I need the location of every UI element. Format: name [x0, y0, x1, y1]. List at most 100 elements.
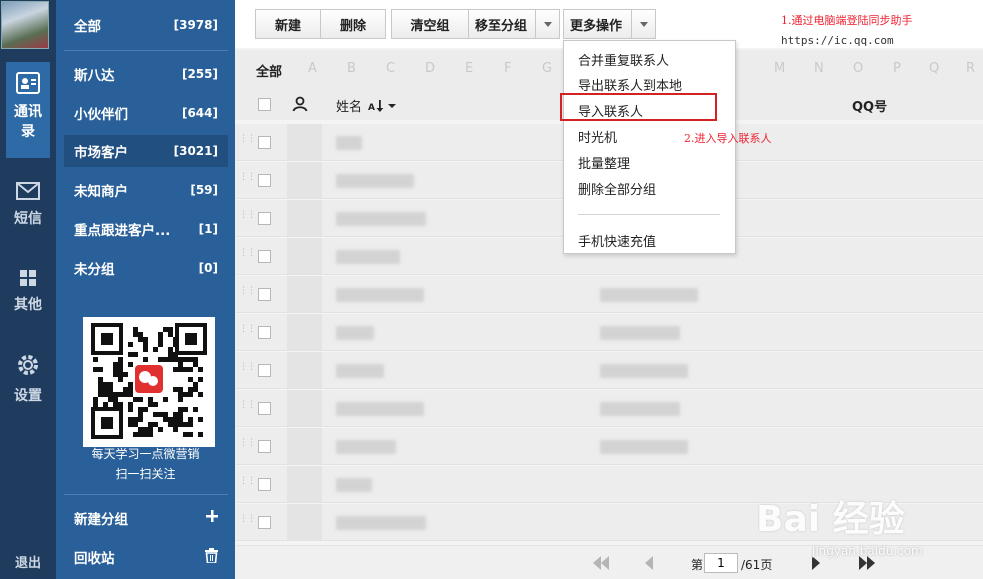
rail-item-contacts[interactable]: 通讯录 — [6, 62, 50, 158]
alpha-letter[interactable]: M — [774, 61, 785, 76]
contact-avatar — [287, 466, 322, 502]
menu-item-mobile-recharge[interactable]: 手机快速充值 — [578, 231, 656, 250]
alpha-letter[interactable]: A — [308, 61, 317, 76]
group-item-all[interactable]: 全部 [3978] — [64, 9, 228, 41]
drag-handle-icon[interactable]: ⋮⋮ — [239, 477, 256, 486]
gear-icon — [0, 353, 56, 381]
prev-page-icon[interactable] — [645, 556, 653, 570]
group-item[interactable]: 未知商户 [59] — [64, 174, 228, 206]
contact-avatar — [287, 276, 322, 312]
alpha-letter[interactable]: N — [814, 61, 824, 76]
column-header-qq[interactable]: QQ号 — [852, 96, 887, 115]
menu-item-batch-organize[interactable]: 批量整理 — [578, 153, 630, 172]
column-name-label: 姓名 — [336, 100, 363, 115]
contact-name-blurred — [336, 440, 396, 454]
page-number-input[interactable] — [704, 553, 738, 573]
drag-handle-icon[interactable]: ⋮⋮ — [239, 515, 256, 524]
delete-button[interactable]: 删除 — [320, 9, 386, 39]
column-header-name[interactable]: 姓名 A — [336, 96, 398, 117]
new-group-button[interactable]: 新建分组 — [64, 503, 228, 533]
promo-line-1: 每天学习一点微营销 — [91, 447, 200, 461]
contact-avatar — [287, 162, 322, 198]
group-count: [255] — [181, 67, 218, 81]
move-to-group-button[interactable]: 移至分组 — [468, 9, 560, 39]
alpha-letter[interactable]: G — [542, 61, 552, 76]
group-count: [1] — [198, 222, 218, 236]
table-row[interactable]: ⋮⋮ — [235, 314, 983, 351]
drag-handle-icon[interactable]: ⋮⋮ — [239, 135, 256, 144]
alpha-letter[interactable]: B — [347, 61, 356, 76]
contact-qq-blurred — [600, 440, 688, 454]
contact-name-blurred — [336, 516, 426, 530]
first-page-icon[interactable] — [593, 556, 601, 570]
recycle-bin-button[interactable]: 回收站 — [64, 542, 228, 572]
watermark-url: jingyan.baidu.com — [812, 544, 923, 558]
rail-item-other[interactable]: 其他 — [0, 270, 56, 314]
row-checkbox[interactable] — [258, 364, 271, 377]
row-checkbox[interactable] — [258, 212, 271, 225]
row-checkbox[interactable] — [258, 326, 271, 339]
alpha-filter-all[interactable]: 全部 — [256, 61, 282, 80]
menu-item-merge-duplicates[interactable]: 合并重复联系人 — [578, 50, 669, 69]
table-row[interactable]: ⋮⋮ — [235, 352, 983, 389]
contact-name-blurred — [336, 174, 414, 188]
group-item[interactable]: 重点跟进客户... [1] — [64, 213, 228, 245]
drag-handle-icon[interactable]: ⋮⋮ — [239, 287, 256, 296]
alpha-letter[interactable]: P — [893, 61, 901, 76]
row-checkbox[interactable] — [258, 288, 271, 301]
logout-link[interactable]: 退出 — [0, 552, 56, 571]
drag-handle-icon[interactable]: ⋮⋮ — [239, 211, 256, 220]
contact-name-blurred — [336, 402, 424, 416]
row-checkbox[interactable] — [258, 516, 271, 529]
group-item[interactable]: 未分组 [0] — [64, 252, 228, 284]
contact-qq-blurred — [600, 402, 680, 416]
select-all-checkbox[interactable] — [258, 98, 271, 111]
row-checkbox[interactable] — [258, 402, 271, 415]
menu-separator — [578, 214, 720, 215]
drag-handle-icon[interactable]: ⋮⋮ — [239, 363, 256, 372]
alpha-letter[interactable]: Q — [929, 61, 939, 76]
drag-handle-icon[interactable]: ⋮⋮ — [239, 325, 256, 334]
new-contact-button[interactable]: 新建 — [255, 9, 321, 39]
row-checkbox[interactable] — [258, 440, 271, 453]
contact-avatar — [287, 314, 322, 350]
qr-code-image — [83, 317, 215, 447]
chevron-down-icon — [631, 10, 655, 38]
menu-item-delete-all-groups[interactable]: 删除全部分组 — [578, 179, 656, 198]
menu-item-time-machine[interactable]: 时光机 — [578, 127, 617, 146]
table-row[interactable]: ⋮⋮ — [235, 390, 983, 427]
group-item[interactable]: 小伙伴们 [644] — [64, 97, 228, 129]
alpha-letter[interactable]: D — [425, 61, 435, 76]
promo-line-2: 扫一扫关注 — [115, 467, 176, 481]
alpha-letter[interactable]: C — [386, 61, 395, 76]
user-avatar[interactable] — [1, 1, 49, 49]
contact-avatar — [287, 504, 322, 540]
alpha-letter[interactable]: F — [504, 61, 511, 76]
rail-label-contacts: 通讯录 — [14, 104, 42, 140]
drag-handle-icon[interactable]: ⋮⋮ — [239, 173, 256, 182]
table-row[interactable]: ⋮⋮ — [235, 276, 983, 313]
more-operations-button[interactable]: 更多操作 — [563, 9, 656, 39]
row-checkbox[interactable] — [258, 478, 271, 491]
drag-handle-icon[interactable]: ⋮⋮ — [239, 249, 256, 258]
rail-item-settings[interactable]: 设置 — [0, 353, 56, 405]
menu-item-export-contacts[interactable]: 导出联系人到本地 — [578, 75, 682, 94]
drag-handle-icon[interactable]: ⋮⋮ — [239, 439, 256, 448]
alpha-letter[interactable]: R — [966, 61, 975, 76]
drag-handle-icon[interactable]: ⋮⋮ — [239, 401, 256, 410]
row-checkbox[interactable] — [258, 136, 271, 149]
more-operations-label: 更多操作 — [570, 18, 623, 34]
table-row[interactable]: ⋮⋮ — [235, 428, 983, 465]
alpha-letter[interactable]: O — [853, 61, 863, 76]
rail-item-sms[interactable]: 短信 — [0, 182, 56, 228]
group-name: 市场客户 — [74, 145, 128, 161]
row-checkbox[interactable] — [258, 250, 271, 263]
row-checkbox[interactable] — [258, 174, 271, 187]
contact-name-blurred — [336, 364, 384, 378]
chevron-down-icon — [535, 10, 559, 38]
clear-group-button[interactable]: 清空组 — [391, 9, 469, 39]
alpha-letter[interactable]: E — [465, 61, 473, 76]
group-item-selected[interactable]: 市场客户 [3021] — [64, 135, 228, 167]
group-name: 小伙伴们 — [74, 107, 128, 123]
group-item[interactable]: 斯八达 [255] — [64, 58, 228, 90]
